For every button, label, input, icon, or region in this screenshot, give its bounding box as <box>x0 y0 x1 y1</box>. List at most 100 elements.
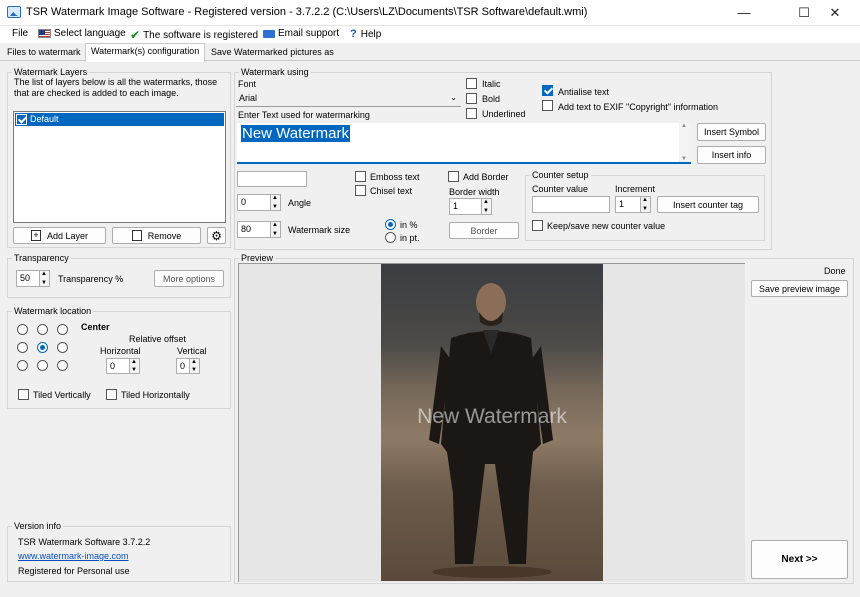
scroll-down-icon[interactable]: ▼ <box>681 156 687 162</box>
horizontal-label: Horizontal <box>100 346 141 356</box>
size-points-label: in pt. <box>400 233 420 243</box>
menu-registered[interactable]: ✔ The software is registered <box>130 28 258 42</box>
tab-configuration[interactable]: Watermark(s) configuration <box>85 43 206 62</box>
close-button[interactable]: ✕ <box>812 0 858 26</box>
font-select[interactable]: Arial ⌄ <box>236 91 461 107</box>
counter-group: Counter setup Counter value Increment 1 … <box>525 170 765 241</box>
preview-image: New Watermark <box>381 264 603 581</box>
chisel-label: Chisel text <box>370 186 413 196</box>
location-bottom-left[interactable] <box>17 360 28 371</box>
watermark-text-area[interactable]: New Watermark ▲ ▼ <box>237 123 691 164</box>
increment-input[interactable]: 1 <box>615 196 651 213</box>
size-value: 80 <box>241 224 252 234</box>
antialias-checkbox[interactable] <box>542 85 553 96</box>
tab-files[interactable]: Files to watermark <box>2 45 86 61</box>
text-scrollbar[interactable]: ▲ ▼ <box>679 123 691 162</box>
border-button[interactable]: Border <box>449 222 519 239</box>
text-input-label: Enter Text used for watermarking <box>238 110 370 120</box>
vertical-offset-input[interactable]: 0 <box>176 358 200 374</box>
next-button[interactable]: Next >> <box>751 540 848 579</box>
window-title: TSR Watermark Image Software - Registere… <box>26 6 588 18</box>
font-value: Arial <box>239 93 258 103</box>
version-legend: Version info <box>12 521 64 531</box>
angle-value: 0 <box>241 197 247 207</box>
exif-checkbox[interactable] <box>542 100 553 111</box>
add-border-checkbox[interactable] <box>448 171 459 182</box>
location-bottom-right[interactable] <box>57 360 68 371</box>
horizontal-offset-input[interactable]: 0 <box>106 358 140 374</box>
keep-counter-label: Keep/save new counter value <box>547 221 666 231</box>
tiled-horizontally-label: Tiled Horizontally <box>121 390 190 400</box>
location-top-left[interactable] <box>17 324 28 335</box>
transparency-input[interactable]: 50 <box>16 270 50 287</box>
layer-checkbox[interactable] <box>16 114 27 125</box>
title-bar: TSR Watermark Image Software - Registere… <box>0 0 860 26</box>
menu-email-support[interactable]: Email support <box>263 28 339 39</box>
minimize-button[interactable]: — <box>721 0 767 26</box>
border-width-value: 1 <box>453 201 459 211</box>
envelope-icon <box>263 29 275 38</box>
tiled-vertically-checkbox[interactable] <box>18 389 29 400</box>
location-legend: Watermark location <box>12 306 94 316</box>
insert-counter-tag-button[interactable]: Insert counter tag <box>657 196 759 213</box>
border-width-input[interactable]: 1 <box>449 198 492 215</box>
angle-input[interactable]: 0 <box>237 194 281 211</box>
color-box[interactable] <box>237 171 307 187</box>
layers-description: The list of layers below is all the wate… <box>14 77 218 98</box>
underlined-checkbox[interactable] <box>466 108 477 119</box>
horizontal-offset-value: 0 <box>110 361 116 371</box>
menu-help-label: Help <box>360 28 382 40</box>
preview-watermark-text: New Watermark <box>417 405 567 428</box>
increment-label: Increment <box>615 184 656 194</box>
location-top-right[interactable] <box>57 324 68 335</box>
tiled-vertically-label: Tiled Vertically <box>33 390 91 400</box>
emboss-checkbox[interactable] <box>355 171 366 182</box>
menu-registered-label: The software is registered <box>143 29 259 41</box>
vertical-offset-value: 0 <box>180 361 186 371</box>
counter-value-label: Counter value <box>532 184 589 194</box>
size-percent-radio[interactable] <box>385 219 396 230</box>
preview-canvas: New Watermark <box>238 263 745 582</box>
layer-item-default[interactable]: Default <box>15 113 224 126</box>
menu-select-language[interactable]: Select language <box>38 28 126 39</box>
tab-bar: Files to watermark Watermark(s) configur… <box>0 43 860 62</box>
insert-info-button[interactable]: Insert info <box>697 146 766 164</box>
transparency-legend: Transparency <box>12 253 71 263</box>
menu-file[interactable]: File <box>12 28 28 39</box>
us-flag-icon <box>38 29 51 38</box>
scroll-up-icon[interactable]: ▲ <box>681 123 687 129</box>
save-preview-button[interactable]: Save preview image <box>751 280 848 297</box>
tiled-horizontally-checkbox[interactable] <box>106 389 117 400</box>
location-center[interactable] <box>37 342 48 353</box>
location-middle-right[interactable] <box>57 342 68 353</box>
remove-layer-button[interactable]: Remove <box>112 227 201 244</box>
add-layer-button[interactable]: + Add Layer <box>13 227 106 244</box>
watermark-using-legend: Watermark using <box>239 67 311 77</box>
insert-symbol-button[interactable]: Insert Symbol <box>697 123 766 141</box>
size-input[interactable]: 80 <box>237 221 281 238</box>
website-link[interactable]: www.watermark-image.com <box>18 551 129 561</box>
increment-value: 1 <box>619 199 625 209</box>
location-top-center[interactable] <box>37 324 48 335</box>
menu-bar: File Select language ✔ The software is re… <box>0 26 860 43</box>
version-group: Version info TSR Watermark Software 3.7.… <box>7 521 231 582</box>
menu-help[interactable]: ? Help <box>350 28 381 40</box>
underlined-label: Underlined <box>482 109 526 119</box>
bold-checkbox[interactable] <box>466 93 477 104</box>
watermark-text-value: New Watermark <box>241 125 350 142</box>
size-points-radio[interactable] <box>385 232 396 243</box>
chisel-checkbox[interactable] <box>355 185 366 196</box>
layers-list[interactable]: Default <box>13 111 226 223</box>
tab-save[interactable]: Save Watermarked pictures as <box>206 45 339 61</box>
location-bottom-center[interactable] <box>37 360 48 371</box>
keep-counter-checkbox[interactable] <box>532 220 543 231</box>
font-label: Font <box>238 79 257 89</box>
location-middle-left[interactable] <box>17 342 28 353</box>
more-options-button[interactable]: More options <box>154 270 224 287</box>
counter-value-input[interactable] <box>532 196 610 213</box>
italic-checkbox[interactable] <box>466 78 477 89</box>
gear-icon[interactable]: ⚙ <box>207 227 226 244</box>
exif-label: Add text to EXIF "Copyright" information <box>558 102 718 112</box>
license-text: Registered for Personal use <box>18 566 130 576</box>
counter-legend: Counter setup <box>530 170 591 180</box>
